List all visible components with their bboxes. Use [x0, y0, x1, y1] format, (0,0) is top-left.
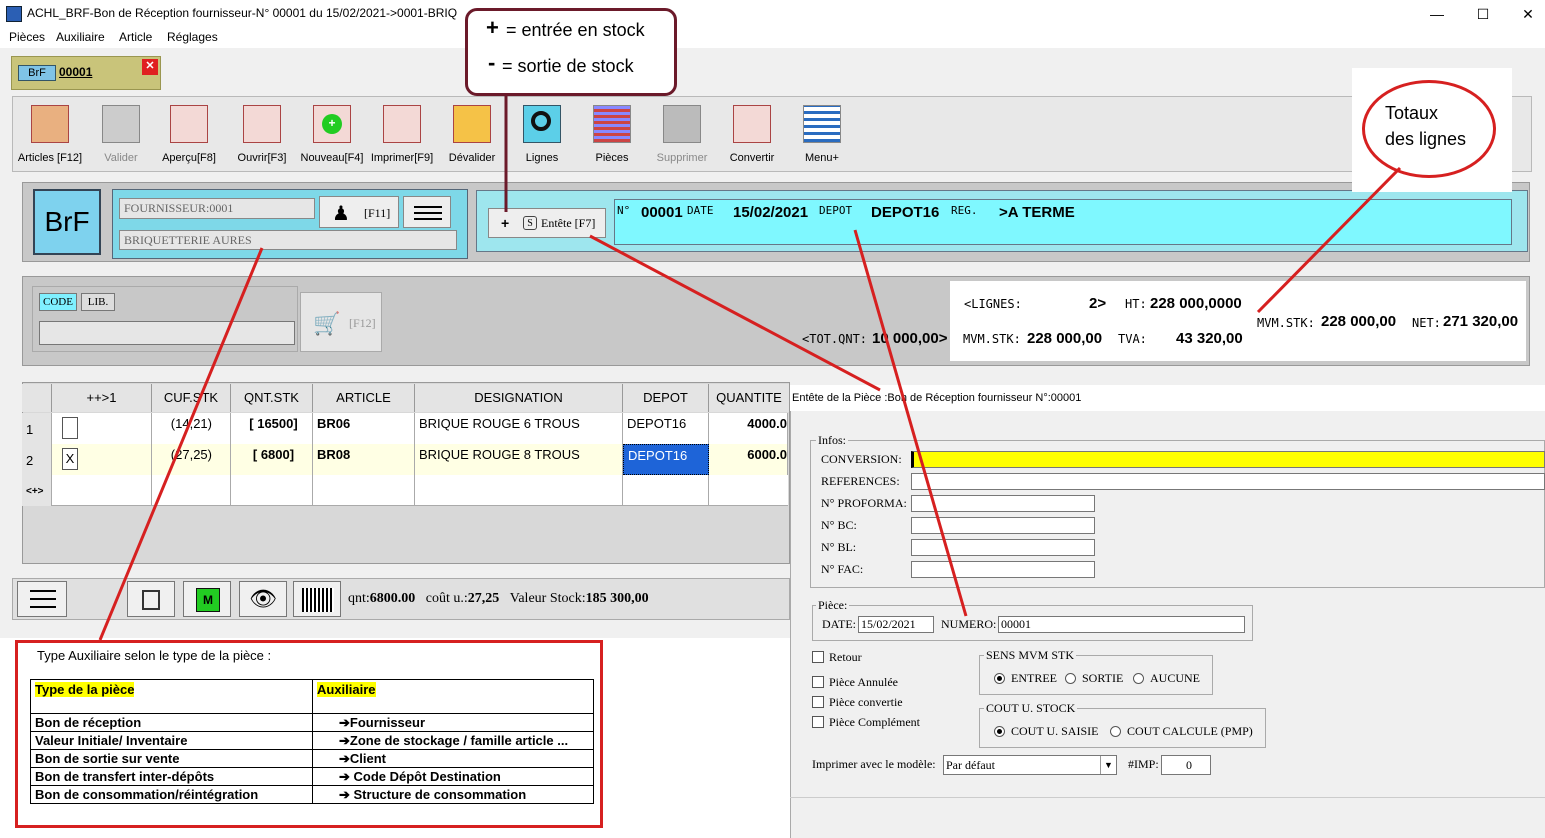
- totaux-connector-line: [1256, 166, 1402, 314]
- type-connector-line: [98, 247, 264, 641]
- annotation-lines: [98, 96, 1402, 641]
- entete-connector-line: [589, 234, 881, 392]
- depot-connector-line: [853, 229, 968, 617]
